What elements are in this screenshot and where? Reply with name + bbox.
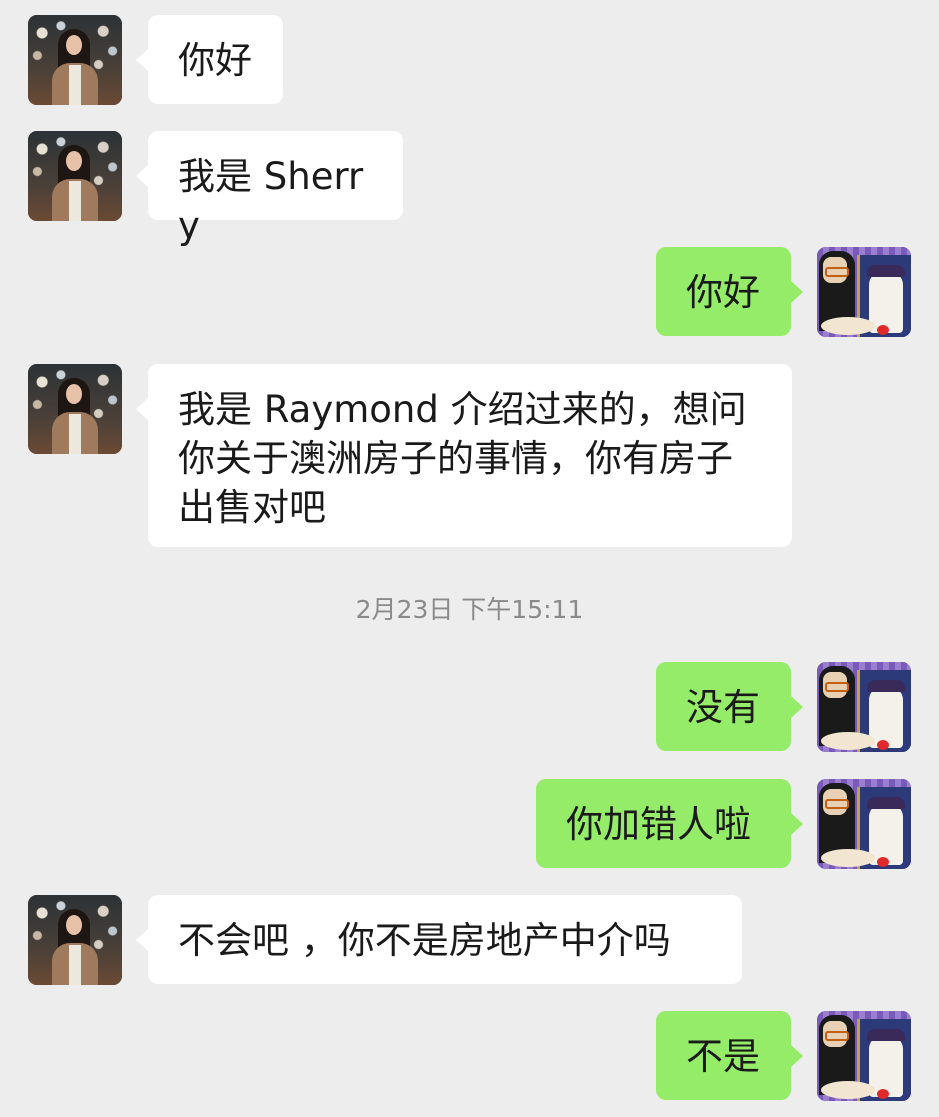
contact-avatar[interactable]	[28, 895, 122, 985]
chat-area[interactable]: 你好 我是 Sherry 你好 我是 Raymond 介绍过来的，想问 你关于澳…	[0, 0, 939, 1117]
message-row-incoming: 你好	[0, 15, 939, 105]
incoming-message-bubble[interactable]: 我是 Raymond 介绍过来的，想问 你关于澳洲房子的事情，你有房子 出售对吧	[136, 364, 792, 547]
incoming-message-bubble[interactable]: 我是 Sherry	[136, 131, 403, 247]
own-avatar[interactable]	[817, 779, 911, 869]
message-row-incoming: 我是 Sherry	[0, 131, 939, 247]
message-row-outgoing: 你好	[0, 247, 939, 337]
message-row-outgoing: 不是	[0, 1011, 939, 1101]
outgoing-message-bubble[interactable]: 不是	[656, 1011, 803, 1100]
own-avatar[interactable]	[817, 247, 911, 337]
message-row-outgoing: 你加错人啦	[0, 779, 939, 869]
own-avatar[interactable]	[817, 1011, 911, 1101]
contact-avatar[interactable]	[28, 15, 122, 105]
message-timestamp: 2月23日 下午15:11	[355, 595, 584, 624]
outgoing-message-bubble[interactable]: 你加错人啦	[536, 779, 803, 868]
message-row-outgoing: 没有	[0, 662, 939, 752]
contact-avatar[interactable]	[28, 131, 122, 221]
incoming-message-bubble[interactable]: 不会吧 ，你不是房地产中介吗	[136, 895, 742, 984]
message-row-incoming: 不会吧 ，你不是房地产中介吗	[0, 895, 939, 985]
incoming-message-bubble[interactable]: 你好	[136, 15, 283, 104]
outgoing-message-bubble[interactable]: 没有	[656, 662, 803, 751]
own-avatar[interactable]	[817, 662, 911, 752]
contact-avatar[interactable]	[28, 364, 122, 454]
outgoing-message-bubble[interactable]: 你好	[656, 247, 803, 336]
message-row-incoming: 我是 Raymond 介绍过来的，想问 你关于澳洲房子的事情，你有房子 出售对吧	[0, 364, 939, 547]
